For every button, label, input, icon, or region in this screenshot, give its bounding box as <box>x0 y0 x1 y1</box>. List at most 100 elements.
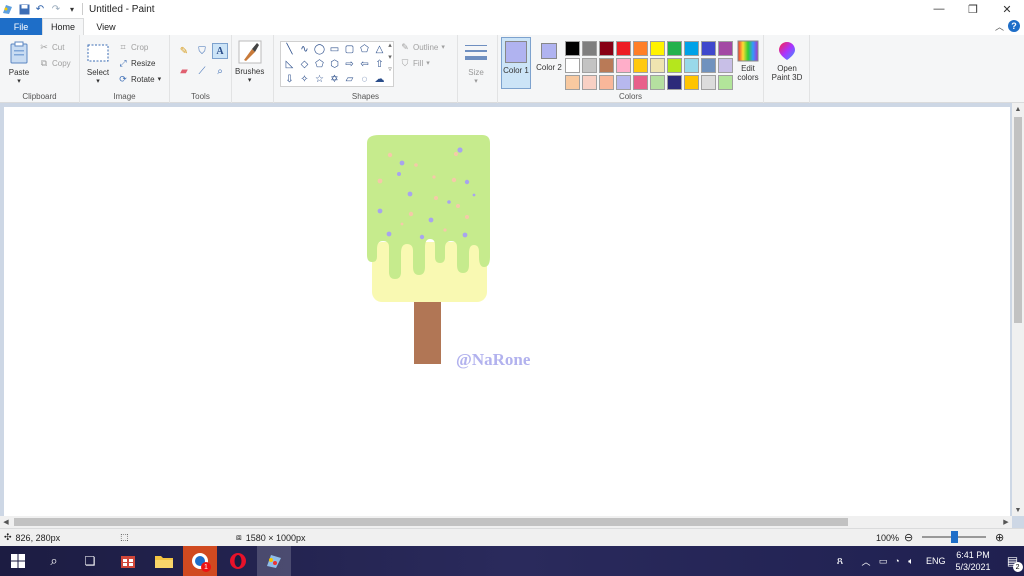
fill-button[interactable]: ⛉ Fill ▾ <box>400 56 430 70</box>
tab-home[interactable]: Home <box>42 18 84 35</box>
four-point-star-shape-icon[interactable]: ✧ <box>297 72 312 87</box>
palette-color[interactable] <box>599 41 614 56</box>
edit-colors-button[interactable]: Edit colors <box>734 40 762 82</box>
battery-icon[interactable]: ▭ <box>876 556 890 567</box>
tab-file[interactable]: File <box>0 18 42 35</box>
shapes-scroll-up-icon[interactable]: ▴ <box>388 41 392 49</box>
drawing-canvas[interactable]: @NaRone <box>4 107 1010 517</box>
customize-quick-access-icon[interactable]: ▾ <box>66 3 78 15</box>
palette-color[interactable] <box>650 75 665 90</box>
color-picker-icon[interactable]: ⟋ <box>194 63 210 79</box>
zoom-in-icon[interactable]: ⊕ <box>995 529 1004 546</box>
paint-app-icon[interactable] <box>2 3 14 15</box>
rounded-callout-shape-icon[interactable]: ▱ <box>342 72 357 87</box>
palette-color[interactable] <box>701 75 716 90</box>
zoom-slider[interactable] <box>922 531 986 543</box>
zoom-out-icon[interactable]: ⊖ <box>904 529 913 546</box>
network-icon[interactable]: ◔ <box>890 556 904 566</box>
taskbar-app-store[interactable] <box>111 546 145 576</box>
start-button[interactable] <box>6 546 30 576</box>
scroll-down-icon[interactable]: ▼ <box>1012 504 1024 516</box>
scroll-left-icon[interactable]: ◀ <box>0 516 12 528</box>
horizontal-scroll-thumb[interactable] <box>14 518 848 526</box>
palette-color[interactable] <box>684 41 699 56</box>
crop-button[interactable]: ⌗ Crop <box>118 40 148 54</box>
outline-button[interactable]: ✎ Outline ▾ <box>400 40 445 54</box>
palette-color[interactable] <box>667 75 682 90</box>
palette-color[interactable] <box>565 75 580 90</box>
fill-bucket-icon[interactable]: ⛉ <box>194 43 210 59</box>
volume-icon[interactable]: 🔈︎ <box>904 556 918 567</box>
close-button[interactable]: ✕ <box>990 0 1024 18</box>
scroll-right-icon[interactable]: ▶ <box>1000 516 1012 528</box>
palette-color[interactable] <box>633 58 648 73</box>
redo-icon[interactable]: ↷ <box>50 3 62 15</box>
search-icon[interactable]: ⌕ <box>40 546 68 576</box>
curve-shape-icon[interactable]: ∿ <box>297 42 312 57</box>
left-arrow-shape-icon[interactable]: ⇦ <box>357 57 372 72</box>
color1-button[interactable]: Color 1 <box>501 37 531 89</box>
palette-color[interactable] <box>718 75 733 90</box>
palette-color[interactable] <box>565 41 580 56</box>
taskbar-app-file-explorer[interactable] <box>147 546 181 576</box>
select-button[interactable]: Select ▾ <box>86 41 110 85</box>
palette-color[interactable] <box>701 41 716 56</box>
palette-color[interactable] <box>633 75 648 90</box>
triangle-shape-icon[interactable]: △ <box>372 42 387 57</box>
palette-color[interactable] <box>701 58 716 73</box>
rotate-button[interactable]: ⟳ Rotate ▾ <box>118 72 161 86</box>
line-shape-icon[interactable]: ╲ <box>282 42 297 57</box>
save-icon[interactable] <box>18 3 30 15</box>
shapes-more-icon[interactable]: ▿ <box>388 65 392 73</box>
paste-dropdown-icon[interactable]: ▾ <box>17 77 21 85</box>
six-point-star-shape-icon[interactable]: ✡ <box>327 72 342 87</box>
palette-color[interactable] <box>616 75 631 90</box>
up-arrow-shape-icon[interactable]: ⇧ <box>372 57 387 72</box>
five-point-star-shape-icon[interactable]: ☆ <box>312 72 327 87</box>
clock[interactable]: 6:41 PM 5/3/2021 <box>956 549 991 573</box>
vertical-scroll-thumb[interactable] <box>1014 117 1022 323</box>
rounded-rectangle-shape-icon[interactable]: ▢ <box>342 42 357 57</box>
zoom-slider-thumb[interactable] <box>950 531 958 543</box>
taskbar-app-opera[interactable] <box>221 546 255 576</box>
scroll-up-icon[interactable]: ▲ <box>1012 103 1024 115</box>
resize-button[interactable]: ⤢ Resize <box>118 56 155 70</box>
right-triangle-shape-icon[interactable]: ◺ <box>282 57 297 72</box>
palette-color[interactable] <box>582 58 597 73</box>
brushes-button[interactable]: Brushes ▾ <box>235 40 264 84</box>
oval-shape-icon[interactable]: ◯ <box>312 42 327 57</box>
cloud-callout-shape-icon[interactable]: ☁ <box>372 72 387 87</box>
show-hidden-icons-icon[interactable]: ︿ <box>856 555 876 568</box>
people-icon[interactable]: ጸ <box>830 555 850 568</box>
task-view-icon[interactable]: ❏ <box>76 546 104 576</box>
palette-color[interactable] <box>582 41 597 56</box>
paste-button[interactable]: Paste ▾ <box>7 41 31 85</box>
palette-color[interactable] <box>565 58 580 73</box>
hexagon-shape-icon[interactable]: ⬡ <box>327 57 342 72</box>
open-paint3d-button[interactable]: Open Paint 3D <box>767 40 807 82</box>
copy-button[interactable]: ⧉ Copy <box>39 56 71 70</box>
pencil-icon[interactable]: ✎ <box>176 43 192 59</box>
palette-color[interactable] <box>599 75 614 90</box>
pentagon-shape-icon[interactable]: ⬠ <box>312 57 327 72</box>
palette-color[interactable] <box>667 58 682 73</box>
palette-color[interactable] <box>616 41 631 56</box>
polygon-shape-icon[interactable]: ⬠ <box>357 42 372 57</box>
maximize-button[interactable]: ❐ <box>956 0 990 18</box>
eraser-icon[interactable]: ▰ <box>176 63 192 79</box>
notifications-button[interactable]: ▤ 2 <box>1003 554 1023 572</box>
palette-color[interactable] <box>616 58 631 73</box>
color2-button[interactable]: Color 2 <box>536 43 562 73</box>
taskbar-app-chat[interactable]: 1 <box>183 546 217 576</box>
collapse-ribbon-icon[interactable]: ︿ <box>995 20 1004 33</box>
right-arrow-shape-icon[interactable]: ⇨ <box>342 57 357 72</box>
cut-button[interactable]: ✂ Cut <box>39 40 64 54</box>
oval-callout-shape-icon[interactable]: ◌ <box>357 72 372 87</box>
palette-color[interactable] <box>582 75 597 90</box>
rectangle-shape-icon[interactable]: ▭ <box>327 42 342 57</box>
palette-color[interactable] <box>650 58 665 73</box>
taskbar-app-paint[interactable] <box>257 546 291 576</box>
tab-view[interactable]: View <box>86 18 126 35</box>
palette-color[interactable] <box>650 41 665 56</box>
palette-color[interactable] <box>718 58 733 73</box>
